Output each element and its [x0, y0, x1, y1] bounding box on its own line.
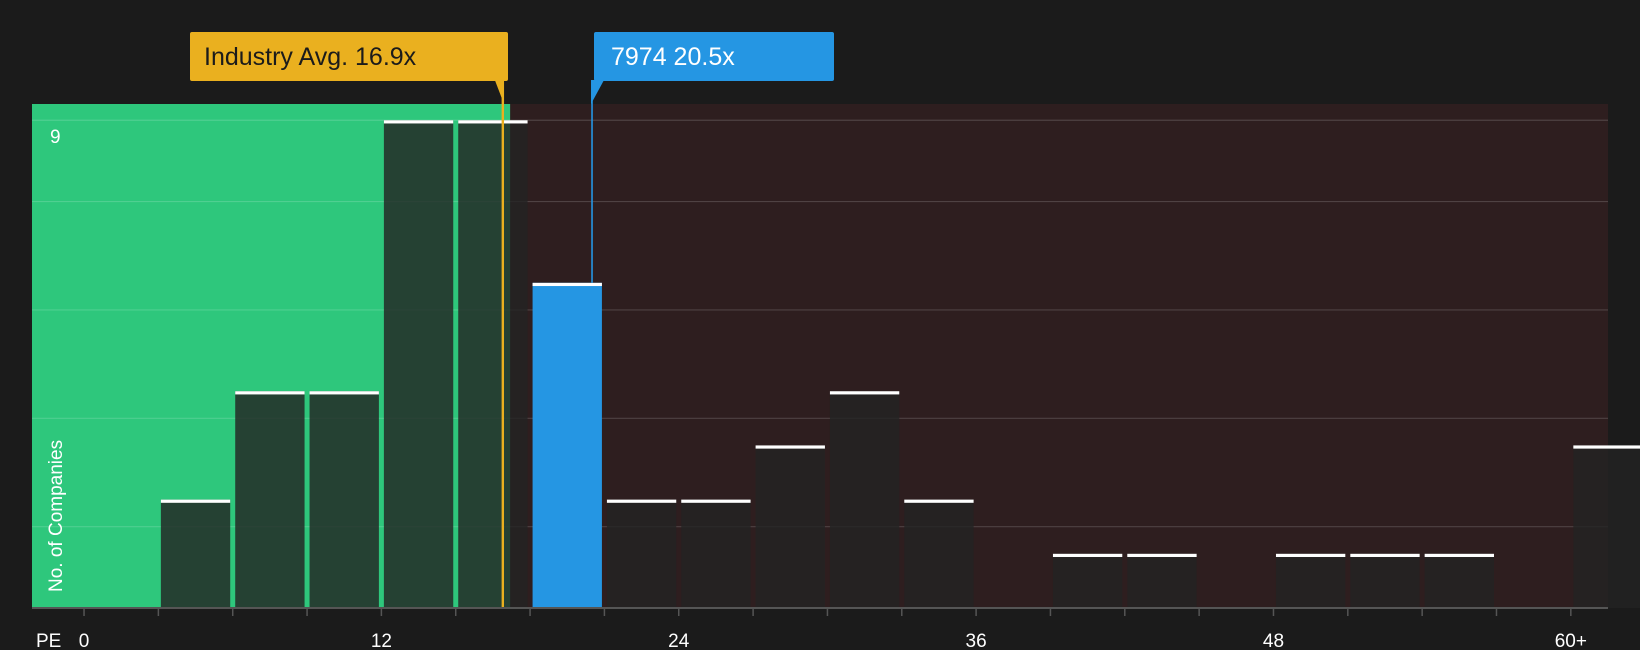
x-tick-label: 12	[371, 631, 392, 650]
bar-top-cap	[681, 499, 751, 503]
histogram-bar	[160, 499, 231, 608]
x-tick-label: 36	[966, 631, 987, 650]
bar-top-cap	[532, 282, 602, 287]
bar-top-cap	[1573, 445, 1640, 449]
histogram-bar	[904, 499, 974, 608]
industry-avg-label: Industry Avg. 16.9x	[204, 43, 417, 71]
histogram-bar	[458, 120, 528, 609]
bar-top-cap	[1275, 553, 1346, 558]
company-label: 7974 20.5x	[611, 43, 735, 71]
histogram-bar	[1275, 553, 1346, 608]
bar-top-cap	[160, 499, 231, 503]
bar-top-cap	[235, 391, 305, 395]
company-bar	[532, 282, 602, 608]
bar-top-cap	[904, 499, 974, 503]
histogram-bar	[383, 120, 454, 609]
bar-top-cap	[1350, 553, 1420, 558]
bar-top-cap	[1127, 553, 1197, 558]
y-tick-label: 9	[50, 127, 61, 148]
histogram-bar	[1424, 553, 1494, 608]
histogram-bar	[235, 391, 305, 608]
x-tick-label: 24	[668, 631, 690, 650]
histogram-bar	[1573, 445, 1640, 608]
x-axis-label: PE	[36, 631, 61, 650]
x-tick-label: 60+	[1555, 631, 1587, 650]
x-tick-label: 0	[79, 631, 90, 650]
bar-top-cap	[458, 120, 528, 124]
y-axis-label: No. of Companies	[46, 440, 67, 592]
pe-distribution-chart: 0 12 24 36 48 60+ PE 9 No. of Companies Industry…	[0, 0, 1640, 650]
x-tick-label: 48	[1263, 631, 1284, 650]
bar-top-cap	[829, 391, 900, 395]
histogram-bar	[1127, 553, 1197, 608]
bar-top-cap	[1424, 553, 1494, 558]
bar-top-cap	[755, 445, 825, 449]
histogram-bar	[606, 499, 677, 608]
bar-top-cap	[309, 391, 379, 395]
bar-top-cap	[606, 499, 677, 503]
histogram-bar	[1052, 553, 1123, 608]
bar-top-cap	[1052, 553, 1123, 558]
histogram-bar	[829, 391, 900, 608]
histogram-bar	[755, 445, 825, 608]
histogram-bar	[1350, 553, 1420, 608]
histogram-bar	[309, 391, 379, 608]
bar-top-cap	[383, 120, 454, 124]
histogram-bar	[681, 499, 751, 608]
